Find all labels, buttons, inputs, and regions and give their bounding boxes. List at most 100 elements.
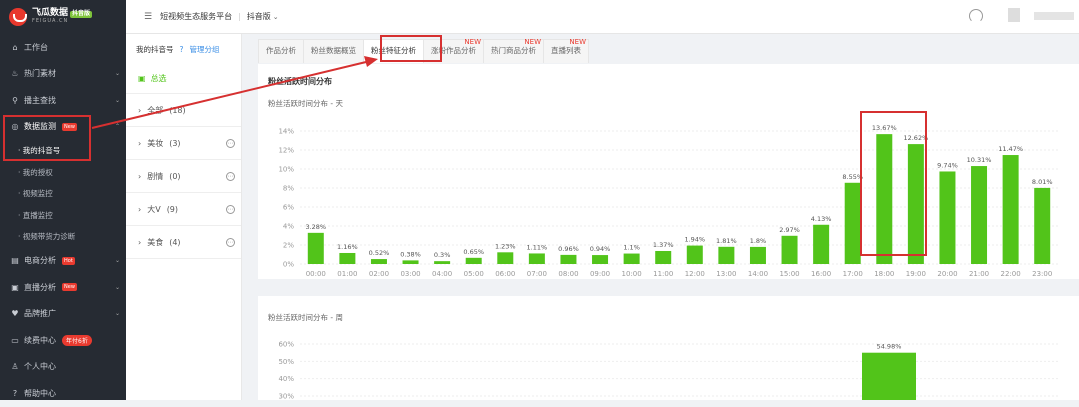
nav-renew[interactable]: ▭ 续费中心 年付6折 bbox=[0, 327, 126, 354]
more-icon[interactable]: ⋯ bbox=[226, 138, 235, 148]
version-switch[interactable]: 抖音版 bbox=[247, 11, 271, 22]
avatar[interactable] bbox=[1008, 8, 1020, 22]
menu-icon[interactable]: ☰ bbox=[144, 12, 152, 22]
username-blurred[interactable] bbox=[1034, 12, 1074, 20]
nav-label: 电商分析 bbox=[24, 256, 56, 266]
group-all[interactable]: › 全部 (18) bbox=[126, 94, 241, 127]
nav-workbench[interactable]: ⌂ 工作台 bbox=[0, 34, 126, 61]
data-label: 10.31% bbox=[967, 156, 992, 164]
tab-growth-works[interactable]: 涨粉作品分析 NEW bbox=[423, 38, 484, 63]
data-label: 1.8% bbox=[750, 237, 767, 245]
nav-label: 工作台 bbox=[24, 42, 48, 52]
data-label: 4.13% bbox=[811, 215, 832, 223]
bar bbox=[592, 255, 609, 264]
data-label: 8.55% bbox=[842, 173, 863, 181]
tab-fans-feature[interactable]: 粉丝特征分析 bbox=[363, 39, 424, 63]
group-count: (18) bbox=[169, 105, 186, 115]
data-label: 0.94% bbox=[590, 245, 611, 253]
nav-hot-material[interactable]: ♨ 热门素材 ⌄ bbox=[0, 61, 126, 88]
subnav-label: 视频监控 bbox=[22, 189, 53, 199]
tab-hot-goods[interactable]: 热门商品分析 NEW bbox=[483, 38, 544, 63]
headset-icon[interactable] bbox=[969, 9, 983, 23]
select-all-label: 总选 bbox=[150, 74, 167, 83]
nav-live-analysis[interactable]: ▣ 直播分析 New ⌄ bbox=[0, 274, 126, 301]
subnav-my-douyin[interactable]: · 我的抖音号 bbox=[0, 140, 126, 162]
bar bbox=[907, 144, 924, 264]
chevron-right-icon: › bbox=[138, 204, 142, 214]
tab-live-list[interactable]: 直播列表 NEW bbox=[543, 38, 589, 63]
x-tick-label: 09:00 bbox=[590, 270, 610, 278]
weekly-active-chart: 30% 40% 50% 60% 54.98% bbox=[278, 341, 1058, 401]
x-tick-label: 08:00 bbox=[558, 270, 578, 278]
y-tick-label: 60% bbox=[278, 341, 294, 349]
more-icon[interactable]: ⋯ bbox=[226, 171, 235, 181]
x-tick-label: 11:00 bbox=[653, 270, 673, 278]
tab-label: 作品分析 bbox=[266, 46, 296, 55]
x-tick-label: 17:00 bbox=[843, 270, 863, 278]
calendar-icon: ▣ bbox=[138, 74, 146, 83]
fire-icon: ♨ bbox=[11, 69, 19, 79]
chevron-down-icon: ⌄ bbox=[114, 257, 120, 265]
y-tick-label: 30% bbox=[278, 393, 294, 401]
group-food[interactable]: › 美食 (4) ⋯ bbox=[126, 226, 241, 259]
y-tick-label: 40% bbox=[278, 375, 294, 383]
bar bbox=[402, 260, 419, 264]
chevron-down-icon: ⌄ bbox=[114, 70, 120, 78]
group-bigv[interactable]: › 大V (9) ⋯ bbox=[126, 193, 241, 226]
chevron-down-icon: ⌄ bbox=[114, 283, 120, 291]
nav-ecommerce[interactable]: ▤ 电商分析 Hot ⌄ bbox=[0, 248, 126, 275]
group-makeup[interactable]: › 美妆 (3) ⋯ bbox=[126, 127, 241, 160]
nav-data-monitor[interactable]: ◎ 数据监测 New ⌃ bbox=[0, 114, 126, 141]
new-badge: New bbox=[62, 122, 77, 131]
x-tick-label: 06:00 bbox=[495, 270, 515, 278]
help-icon[interactable]: ? bbox=[180, 45, 184, 54]
y-tick-label: 4% bbox=[283, 223, 294, 231]
subnav-video-diagnose[interactable]: · 视频带货力诊断 bbox=[0, 226, 126, 248]
sidebar: 飞瓜数据 抖音版 FEIGUA.CN ⌂ 工作台 ♨ 热门素材 ⌄ ⚲ 播主查找 ⌄ ◎ 数据… bbox=[0, 0, 126, 400]
nav-label: 直播分析 bbox=[24, 282, 56, 292]
data-label: 1.1% bbox=[623, 244, 640, 252]
subnav-video-monitor[interactable]: · 视频监控 bbox=[0, 183, 126, 205]
chevron-right-icon: › bbox=[138, 138, 142, 148]
subnav-live-monitor[interactable]: · 直播监控 bbox=[0, 205, 126, 227]
nav-profile[interactable]: ♙ 个人中心 bbox=[0, 354, 126, 381]
tab-fans-overview[interactable]: 粉丝数据概览 bbox=[303, 39, 364, 63]
logo[interactable]: 飞瓜数据 抖音版 FEIGUA.CN bbox=[0, 0, 126, 34]
manage-group-link[interactable]: 管理分组 bbox=[189, 44, 219, 55]
chart-card-weekly: 粉丝活跃时间分布 - 周 30% 40% 50% 60% 54.98% bbox=[258, 296, 1079, 400]
hot-badge: Hot bbox=[62, 256, 75, 265]
logo-badge: 抖音版 bbox=[70, 9, 93, 18]
new-tag: NEW bbox=[524, 38, 541, 46]
x-tick-label: 02:00 bbox=[369, 270, 389, 278]
subnav-my-auth[interactable]: · 我的授权 bbox=[0, 162, 126, 184]
chevron-down-icon: ⌄ bbox=[114, 310, 120, 318]
tab-works-analysis[interactable]: 作品分析 bbox=[258, 39, 304, 63]
x-tick-label: 14:00 bbox=[748, 270, 768, 278]
chart-title: 粉丝活跃时间分布 - 周 bbox=[268, 313, 343, 322]
data-label: 1.23% bbox=[495, 242, 516, 250]
x-tick-label: 20:00 bbox=[937, 270, 957, 278]
help-icon: ? bbox=[12, 388, 18, 398]
more-icon[interactable]: ⋯ bbox=[226, 204, 235, 214]
more-icon[interactable]: ⋯ bbox=[226, 237, 235, 247]
bar bbox=[1002, 155, 1019, 264]
x-tick-label: 01:00 bbox=[337, 270, 357, 278]
select-all-item[interactable]: ▣ 总选 bbox=[126, 64, 241, 94]
y-tick-label: 0% bbox=[283, 261, 294, 269]
nav-brand-promo[interactable]: ♥ 品牌推广 ⌄ bbox=[0, 301, 126, 328]
chevron-right-icon: › bbox=[138, 105, 142, 115]
group-label: 剧情 bbox=[147, 171, 164, 181]
group-label: 美妆 bbox=[147, 138, 164, 148]
data-label: 0.96% bbox=[558, 245, 579, 253]
data-label: 0.3% bbox=[434, 251, 451, 259]
group-label: 大V bbox=[147, 204, 161, 214]
chevron-down-icon: ⌄ bbox=[114, 96, 120, 104]
nav-search-creator[interactable]: ⚲ 播主查找 ⌄ bbox=[0, 87, 126, 114]
chevron-down-icon[interactable]: ⌄ bbox=[273, 13, 279, 21]
live-icon: ▣ bbox=[11, 282, 19, 292]
group-drama[interactable]: › 剧情 (0) ⋯ bbox=[126, 160, 241, 193]
y-tick-label: 50% bbox=[278, 358, 294, 366]
nav-help[interactable]: ? 帮助中心 bbox=[0, 380, 126, 407]
data-label: 2.97% bbox=[779, 226, 800, 234]
chart-card-daily: 粉丝活跃时间分布 粉丝活跃时间分布 - 天 0% 2% 4% 6% 8% 10% 12% 14… bbox=[258, 64, 1079, 279]
